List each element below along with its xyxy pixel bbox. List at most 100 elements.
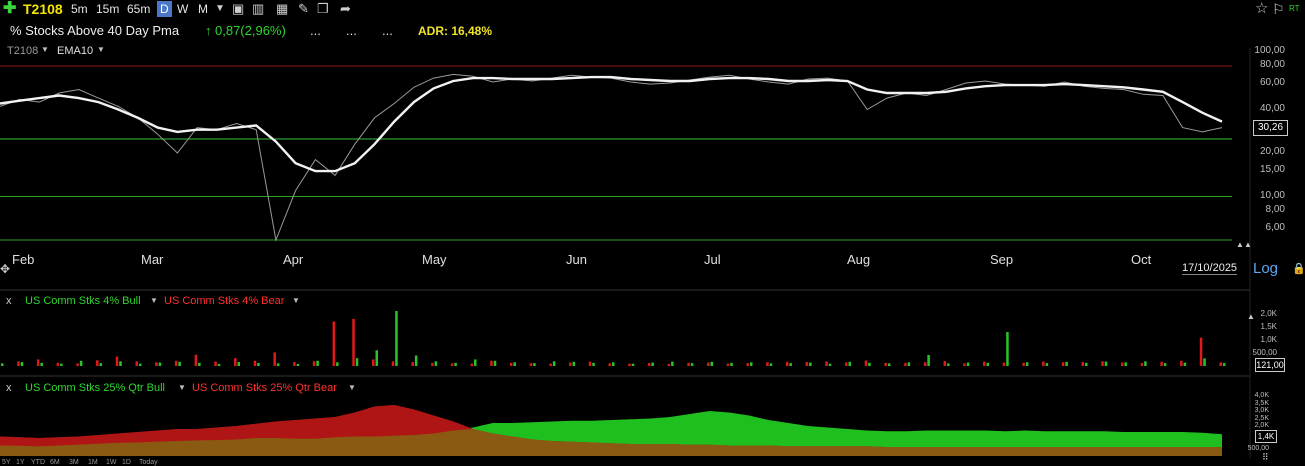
panel3-grip-icon[interactable]: ⠿ [1262,452,1269,463]
collapse-icon[interactable]: ✥ [0,262,10,276]
bar [690,363,694,366]
bar [887,363,891,366]
panel2-bull-label[interactable]: US Comm Stks 4% Bull [25,294,141,308]
bar [687,362,690,366]
bar [336,362,339,366]
bar [217,363,221,366]
bars-group [1,311,1226,366]
bar [1081,362,1085,366]
bar [155,362,158,366]
month-label: Sep [990,252,1014,267]
bar [198,362,201,366]
bar [1022,362,1025,366]
bar [785,361,789,366]
bar [825,361,828,366]
bar [1065,361,1068,366]
bar [986,362,989,366]
bar [253,360,257,366]
bar [214,361,217,366]
panel3-bull-dropdown-icon[interactable]: ▼ [178,381,186,395]
bar [572,361,576,366]
bar [1180,360,1183,366]
bar [194,354,198,366]
panel2-bear-label[interactable]: US Comm Stks 4% Bear [164,294,284,308]
close-panel-3-icon[interactable]: x [6,381,12,395]
bar [651,362,654,366]
panel2-up-icon[interactable]: ▲ [1247,312,1255,321]
bar [805,362,809,366]
bar [1,363,4,366]
bar [904,363,907,366]
bar [1160,361,1163,366]
panel3-y-tick: 3,5K [1254,399,1269,407]
scroll-up-icon-2[interactable]: ▲ [1244,240,1252,249]
bar [667,363,671,366]
main-y-tick: 6,00 [1265,221,1285,233]
bar [864,360,868,366]
bar [710,361,714,366]
month-label: Aug [847,252,871,267]
panel3-bull-label[interactable]: US Comm Stks 25% Qtr Bull [25,381,165,395]
month-label: Apr [283,252,304,267]
bar [1045,363,1049,366]
bar [848,361,852,366]
lock-icon[interactable]: 🔒 [1292,262,1305,275]
bar [1140,363,1144,366]
bar [395,311,398,366]
bar [352,318,355,366]
bar [552,361,556,366]
close-panel-2-icon[interactable]: x [6,294,12,308]
bar [470,363,474,366]
bar [138,363,142,366]
panel3-bear-label[interactable]: US Comm Stks 25% Qtr Bear [192,381,337,395]
panel3-bear-dropdown-icon[interactable]: ▼ [348,381,356,395]
bar [963,363,966,366]
bar [1219,362,1222,366]
bar [927,355,930,366]
main-y-tick: 8,00 [1265,203,1285,215]
bar [434,361,438,366]
bar [809,362,812,366]
bar [450,363,454,366]
bar [608,363,611,366]
panel2-last-value: 121,00 [1255,358,1285,372]
panel3-y-tick: 500,00 [1247,444,1269,452]
bar [923,362,927,366]
bar [529,363,533,366]
bar [316,360,319,366]
bar [431,362,434,366]
scroll-up-icon-1[interactable]: ▲ [1236,240,1244,249]
log-scale-button[interactable]: Log [1253,260,1278,277]
bar [884,362,887,366]
bar [20,362,24,366]
bar [332,321,336,366]
month-label: Feb [12,252,35,267]
bar [391,361,395,366]
bar [1042,361,1045,366]
panel2-y-tick: 2,0K [1260,308,1277,318]
bar [276,363,280,366]
bar [789,363,792,366]
bar [234,358,237,366]
bar [1144,361,1147,366]
panel2-y-tick: 1,0K [1260,334,1277,344]
month-label: Oct [1131,252,1152,267]
bar [178,361,181,366]
main-y-tick: 10,00 [1259,189,1285,201]
month-label: Jul [704,252,721,267]
bar [592,362,595,366]
bar [76,363,79,366]
bar [631,363,635,366]
panel2-bull-dropdown-icon[interactable]: ▼ [150,294,158,308]
panel2-bear-dropdown-icon[interactable]: ▼ [292,294,300,308]
bar [982,361,986,366]
bar [1006,331,1009,366]
panel2-y-tick: 500,00 [1252,347,1277,357]
bar [1120,362,1124,366]
bar [943,361,947,366]
bar [454,362,457,366]
month-label: May [422,252,447,267]
bar [96,360,99,366]
bar [533,363,536,366]
bar [312,361,316,366]
